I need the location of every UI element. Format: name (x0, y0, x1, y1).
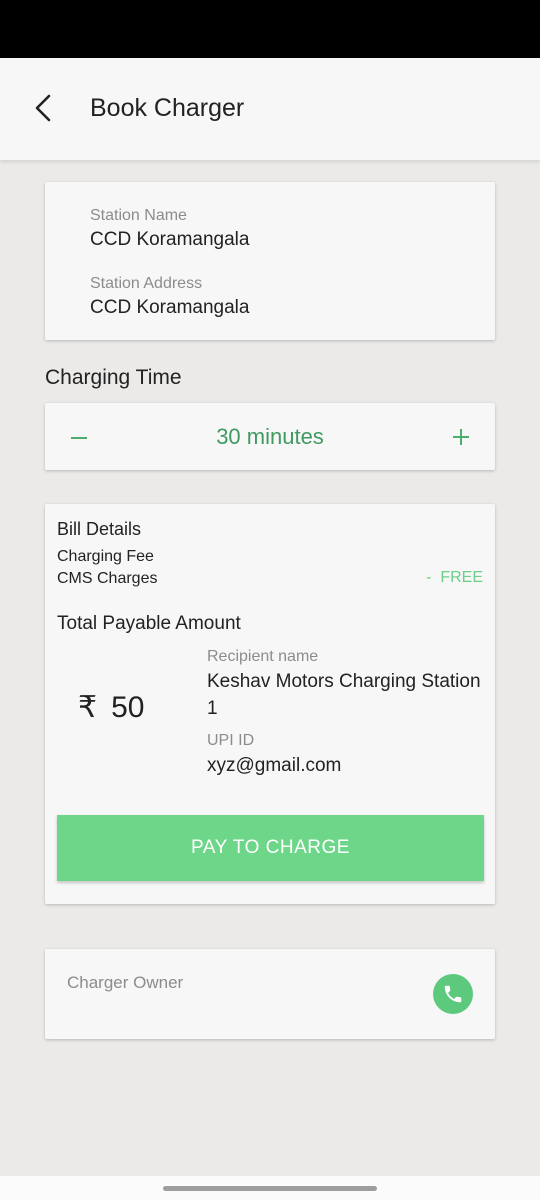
status-bar (0, 0, 540, 58)
amount-value: 50 (111, 690, 145, 724)
system-nav-bar (0, 1176, 540, 1200)
station-name-value: CCD Koramangala (90, 229, 250, 250)
charging-time-stepper: 30 minutes (45, 403, 495, 470)
call-owner-button[interactable] (433, 974, 473, 1014)
arrow-back-icon (35, 94, 51, 122)
charging-time-title: Charging Time (45, 366, 182, 389)
station-info-card: Station Name CCD Koramangala Station Add… (45, 182, 495, 340)
station-name-label: Station Name (90, 207, 187, 224)
back-button[interactable] (28, 92, 60, 124)
total-amount: ₹ 50 (78, 690, 144, 725)
upi-id-value: xyz@gmail.com (207, 755, 342, 776)
bill-details-card: Bill Details Charging Fee CMS Charges - … (45, 504, 495, 904)
plus-icon (453, 429, 469, 445)
charging-time-value: 30 minutes (216, 424, 324, 449)
charger-owner-card: Charger Owner (45, 949, 495, 1039)
pay-to-charge-button[interactable]: PAY TO CHARGE (57, 815, 484, 881)
recipient-name-label: Recipient name (207, 648, 319, 665)
phone-icon (444, 985, 462, 1003)
cms-charges-label: CMS Charges (57, 570, 158, 587)
bill-details-title: Bill Details (57, 519, 142, 539)
free-badge: - FREE (426, 569, 483, 586)
upi-id-label: UPI ID (207, 732, 255, 749)
recipient-name-value: Keshav Motors Charging Station 1 (207, 671, 481, 719)
station-address-label: Station Address (90, 275, 203, 292)
app-bar: Book Charger (0, 58, 540, 160)
increase-time-button[interactable] (443, 419, 479, 455)
charger-owner-label: Charger Owner (67, 973, 184, 992)
home-indicator[interactable] (163, 1186, 377, 1191)
station-address-value: CCD Koramangala (90, 297, 250, 318)
recipient-details: Recipient name Keshav Motors Charging St… (207, 648, 487, 779)
total-payable-label: Total Payable Amount (57, 613, 241, 634)
currency-symbol: ₹ (78, 691, 98, 724)
page-title: Book Charger (90, 94, 245, 122)
charging-fee-label: Charging Fee (57, 548, 154, 565)
